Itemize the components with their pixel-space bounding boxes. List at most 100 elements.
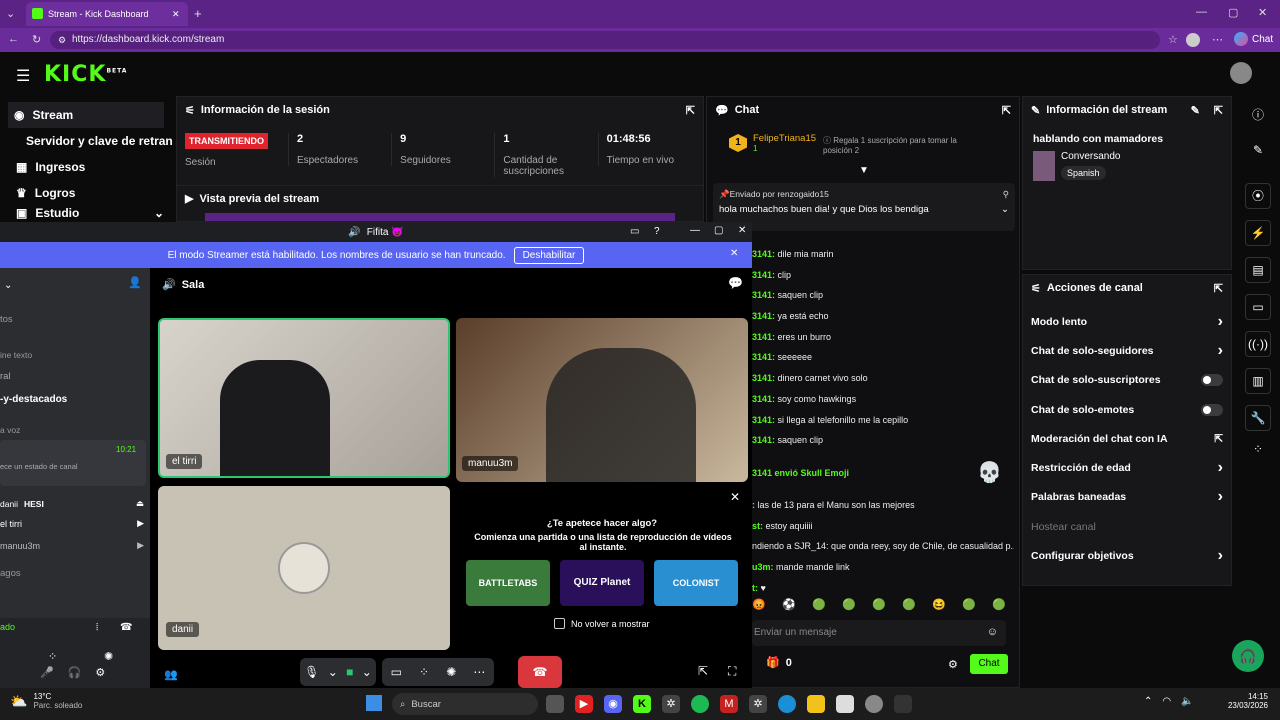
emote-icon[interactable]: 🟢: [962, 598, 976, 611]
chat-username[interactable]: 3141:: [752, 332, 775, 342]
video-tile-manuu3m[interactable]: manuu3m: [456, 318, 748, 482]
add-people-icon[interactable]: 👥: [164, 668, 178, 681]
chat-username[interactable]: 3141:: [752, 352, 775, 362]
help-icon[interactable]: ?: [654, 226, 660, 237]
chat-username[interactable]: 3141:: [752, 270, 775, 280]
channel-action[interactable]: Moderación del chat con IA ⇱: [1023, 424, 1231, 453]
new-tab-icon[interactable]: +: [194, 6, 202, 21]
emote-icon[interactable]: 🟢: [812, 598, 826, 611]
chat-username[interactable]: 3141:: [752, 311, 775, 321]
unpin-icon[interactable]: ⚲: [1003, 189, 1009, 200]
edit-icon[interactable]: ✎: [1191, 104, 1200, 117]
user-avatar[interactable]: [1230, 62, 1252, 84]
close-tab-icon[interactable]: ✕: [172, 2, 180, 26]
discord-icon[interactable]: ◉: [604, 695, 622, 713]
minimize-window-icon[interactable]: —: [1196, 6, 1207, 18]
emote-icon[interactable]: 🟢: [842, 598, 856, 611]
gmail-icon[interactable]: M: [720, 695, 738, 713]
emote-icon[interactable]: 😡: [752, 598, 766, 611]
back-icon[interactable]: ←: [8, 33, 19, 45]
channel-action[interactable]: Chat de solo-seguidores ›: [1023, 336, 1231, 365]
channel-action[interactable]: Palabras baneadas ›: [1023, 483, 1231, 512]
channel-item[interactable]: ral: [0, 371, 11, 382]
chat-input[interactable]: Enviar un mensaje ☺: [752, 620, 1006, 646]
channel-points[interactable]: 🎁 0: [766, 656, 792, 670]
voice-user-danii[interactable]: danii HESI ⏏: [0, 498, 144, 509]
weather-widget[interactable]: ⛅ 13°C Parc. soleado: [10, 692, 82, 710]
channel-action[interactable]: Hostear canal: [1023, 512, 1231, 541]
spotify-icon[interactable]: [691, 695, 709, 713]
chat-toggle-icon[interactable]: 💬: [728, 276, 743, 290]
chat-send-button[interactable]: Chat: [970, 654, 1008, 674]
channel-item[interactable]: -y-destacados: [0, 394, 67, 405]
video-tile-danii[interactable]: danii: [158, 486, 450, 650]
start-icon[interactable]: [366, 695, 382, 711]
layers-tool-icon[interactable]: ▥: [1245, 368, 1271, 394]
close-window-icon[interactable]: ✕: [1258, 6, 1267, 19]
chevron-right-icon[interactable]: ›: [1218, 488, 1223, 506]
popout-icon[interactable]: ⇱: [698, 664, 708, 678]
maximize-icon[interactable]: ▢: [714, 225, 723, 236]
emote-icon[interactable]: 😆: [932, 598, 946, 611]
chat-username[interactable]: st:: [752, 521, 763, 531]
settings-icon[interactable]: [865, 695, 883, 713]
task-view-icon[interactable]: [546, 695, 564, 713]
soundboard-icon[interactable]: ✺: [104, 650, 113, 663]
kick-icon[interactable]: K: [633, 695, 651, 713]
chevron-right-icon[interactable]: ›: [1218, 313, 1223, 331]
toggle-switch[interactable]: [1201, 374, 1223, 387]
video-tile-el-tirri[interactable]: el tirri: [158, 318, 450, 478]
maximize-window-icon[interactable]: ▢: [1228, 6, 1238, 19]
game-card-battletabs[interactable]: BATTLETABS: [466, 560, 550, 606]
voice-user-manuu3m[interactable]: manuu3m ▶: [0, 540, 144, 551]
popout-icon[interactable]: ⇱: [1214, 282, 1223, 295]
chevron-down-icon[interactable]: ⌄: [1001, 204, 1009, 215]
category-label[interactable]: ine texto: [0, 350, 32, 360]
channel-action[interactable]: Configurar objetivos ›: [1023, 541, 1231, 570]
channel-action[interactable]: Chat de solo-emotes: [1023, 395, 1231, 424]
channel-action[interactable]: Modo lento ›: [1023, 307, 1231, 336]
popout-icon[interactable]: ⇱: [686, 104, 695, 117]
voice-user-el-tirri[interactable]: el tirri ▶: [0, 518, 144, 529]
sidebar-item-server-key[interactable]: Servidor y clave de retransmisión: [0, 128, 172, 154]
support-headset-icon[interactable]: 🎧: [1232, 640, 1264, 672]
chevron-right-icon[interactable]: ›: [1218, 547, 1223, 565]
headphones-icon[interactable]: 🎧: [68, 666, 82, 679]
sidebar-item-revenue[interactable]: ▦ Ingresos: [0, 154, 172, 180]
checkbox-box[interactable]: [554, 618, 565, 629]
chat-username[interactable]: 3141:: [752, 373, 775, 383]
kick-logo[interactable]: KICKBETA: [44, 62, 127, 87]
more-options-icon[interactable]: ⋯: [473, 665, 485, 679]
openai-icon[interactable]: ✲: [749, 695, 767, 713]
tray-chevron-icon[interactable]: ⌃: [1144, 696, 1152, 707]
fullscreen-icon[interactable]: ⛶: [728, 664, 736, 679]
favorites-icon[interactable]: ☆: [1168, 33, 1178, 46]
file-explorer-icon[interactable]: [807, 695, 825, 713]
dont-show-checkbox[interactable]: No volver a mostrar: [554, 618, 650, 629]
collapse-icon[interactable]: ▼: [859, 165, 869, 176]
menu-dots-icon[interactable]: ⋯: [1212, 33, 1223, 46]
camera-tool-icon[interactable]: ⦿: [1245, 183, 1271, 209]
broadcast-tool-icon[interactable]: ((·)): [1245, 331, 1271, 357]
mic-button[interactable]: 🎙 ⌄ ■ ⌄: [300, 658, 376, 686]
notepad-icon[interactable]: [836, 695, 854, 713]
wifi-icon[interactable]: ◠: [1162, 696, 1171, 707]
sidebar-item-stream[interactable]: ◉ Stream: [8, 102, 164, 128]
close-icon[interactable]: ✕: [738, 225, 746, 236]
popout-icon[interactable]: ⇱: [1214, 104, 1223, 117]
reload-icon[interactable]: ↻: [32, 33, 41, 46]
document-tool-icon[interactable]: ▤: [1245, 257, 1271, 283]
chat-username[interactable]: 3141:: [752, 249, 775, 259]
taskbar-search[interactable]: ⌕ Buscar: [392, 693, 538, 715]
popout-window-icon[interactable]: ▭: [630, 226, 639, 237]
chevron-right-icon[interactable]: ›: [1218, 342, 1223, 360]
profile-avatar[interactable]: [1186, 33, 1200, 47]
sidebar-item-achievements[interactable]: ♛ Logros: [0, 180, 172, 206]
sidebar-item-studio[interactable]: ▣ Estudio ⌄: [0, 206, 172, 220]
disconnect-icon[interactable]: ☎: [120, 622, 132, 633]
game-card-quiz-planet[interactable]: QUIZ Planet: [560, 560, 644, 606]
top-gifter[interactable]: 1 FelipeTriana15 1: [729, 133, 816, 153]
site-info-icon[interactable]: ⚙: [58, 31, 66, 49]
screen-share-icon[interactable]: ▭: [391, 665, 402, 679]
close-banner-icon[interactable]: ✕: [730, 248, 738, 259]
